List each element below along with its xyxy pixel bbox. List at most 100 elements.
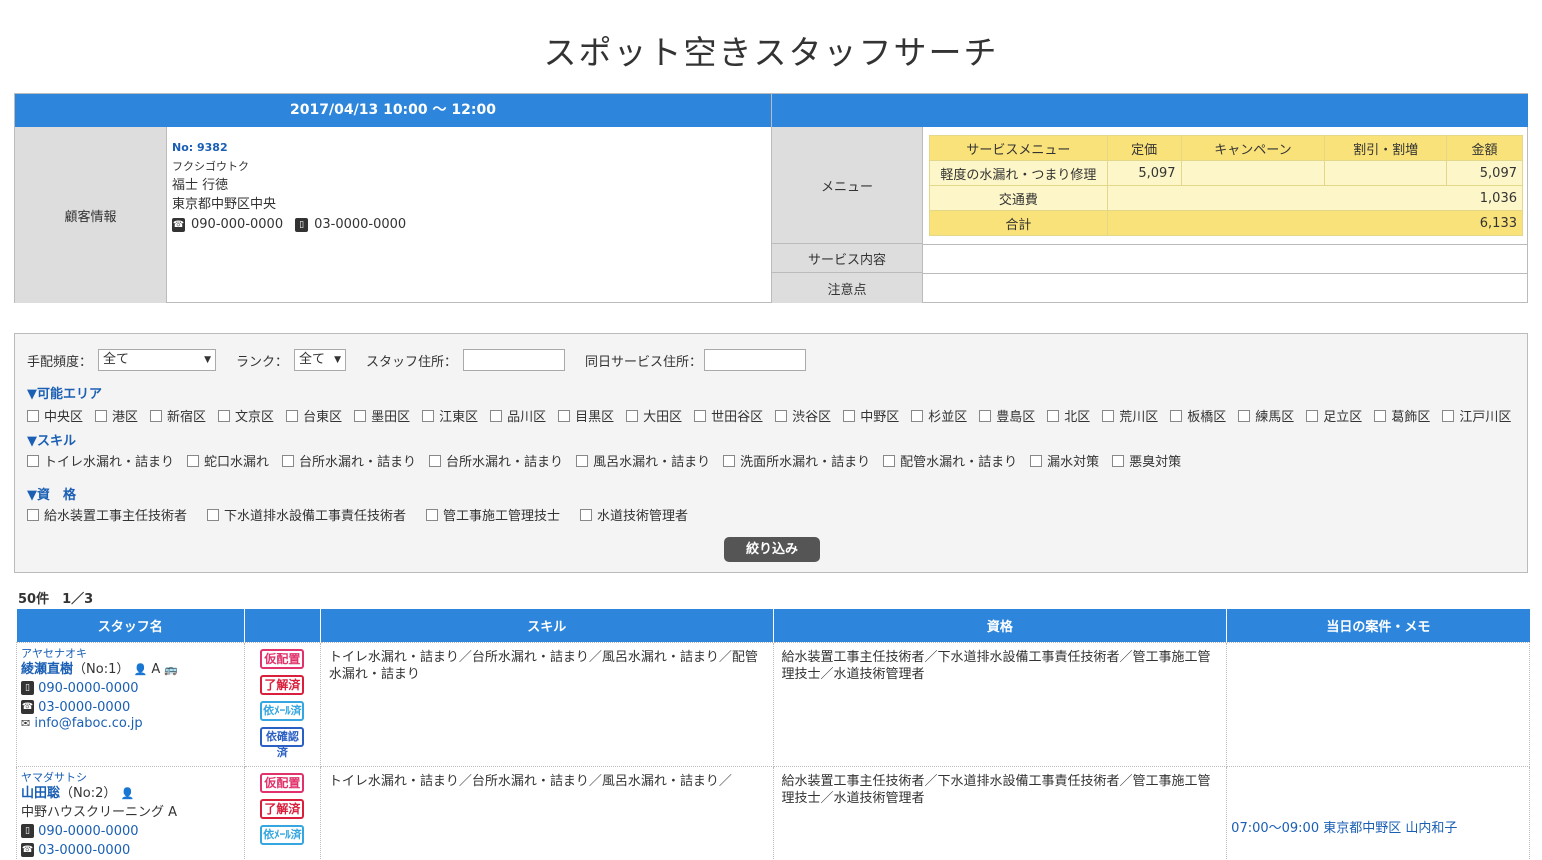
checkbox-icon[interactable]: [775, 409, 788, 422]
area-checkbox[interactable]: 足立区: [1306, 406, 1362, 425]
staff-mobile[interactable]: 090-0000-0000: [38, 824, 138, 839]
badge-temp-assign[interactable]: 仮配置: [260, 648, 305, 669]
qual-section-title[interactable]: ▼資 格: [27, 484, 76, 503]
area-checkbox[interactable]: 練馬区: [1238, 406, 1294, 425]
checkbox-icon[interactable]: [27, 508, 39, 521]
skill-checkbox[interactable]: 悪臭対策: [1112, 451, 1181, 470]
area-checkbox[interactable]: 北区: [1047, 406, 1090, 425]
checkbox-icon[interactable]: [282, 454, 295, 467]
staff-name[interactable]: 綾瀬直樹: [21, 662, 73, 677]
checkbox-icon[interactable]: [1170, 409, 1183, 422]
checkbox-icon[interactable]: [911, 409, 924, 422]
checkbox-icon[interactable]: [426, 508, 439, 521]
area-checkbox[interactable]: 大田区: [626, 406, 682, 425]
checkbox-icon[interactable]: [1047, 409, 1060, 422]
col-skill: スキル: [320, 609, 774, 642]
area-checkbox[interactable]: 中野区: [843, 406, 899, 425]
staff-memo[interactable]: 07:00〜09:00 東京都中野区 山内和子: [1226, 765, 1530, 860]
customer-no[interactable]: No: 9382: [172, 138, 406, 157]
badge-accepted[interactable]: 了解済: [260, 674, 305, 695]
checkbox-icon[interactable]: [626, 409, 639, 422]
skill-checkbox[interactable]: 風呂水漏れ・詰まり: [576, 451, 710, 470]
area-checkbox[interactable]: 板橋区: [1170, 406, 1226, 425]
checkbox-icon[interactable]: [843, 409, 856, 422]
area-checkbox[interactable]: 江戸川区: [1442, 406, 1511, 425]
area-checkbox[interactable]: 品川区: [490, 406, 546, 425]
checkbox-icon[interactable]: [1102, 409, 1115, 422]
checkbox-icon[interactable]: [1112, 454, 1125, 467]
checkbox-icon[interactable]: [1374, 409, 1387, 422]
checkbox-icon[interactable]: [576, 454, 589, 467]
area-checkbox[interactable]: 目黒区: [558, 406, 614, 425]
badge-temp-assign[interactable]: 仮配置: [260, 772, 305, 793]
notes-label: 注意点: [772, 273, 923, 303]
skill-checkbox[interactable]: 蛇口水漏れ: [187, 451, 269, 470]
checkbox-icon[interactable]: [580, 508, 593, 521]
checkbox-icon[interactable]: [218, 409, 231, 422]
skill-checkbox[interactable]: 配管水漏れ・詰まり: [883, 451, 1017, 470]
area-checkbox[interactable]: 世田谷区: [694, 406, 763, 425]
menu-item-price: 5,097: [1106, 160, 1182, 186]
checkbox-icon[interactable]: [422, 409, 435, 422]
staff-mobile[interactable]: 090-0000-0000: [38, 681, 138, 696]
area-checkbox[interactable]: 文京区: [218, 406, 274, 425]
skill-checkbox[interactable]: 洗面所水漏れ・詰まり: [723, 451, 870, 470]
checkbox-icon[interactable]: [150, 409, 163, 422]
qual-checkbox[interactable]: 給水装置工事主任技術者: [27, 505, 187, 524]
area-section-title[interactable]: ▼可能エリア: [27, 383, 102, 402]
skill-checkbox[interactable]: 台所水漏れ・詰まり: [429, 451, 563, 470]
area-checkbox[interactable]: 江東区: [422, 406, 478, 425]
staff-email[interactable]: info@faboc.co.jp: [34, 716, 142, 731]
badge-confirmed[interactable]: 依確認済: [260, 726, 305, 759]
filter-submit-button[interactable]: 絞り込み: [724, 537, 820, 562]
area-checkbox[interactable]: 新宿区: [150, 406, 206, 425]
checkbox-icon[interactable]: [286, 409, 299, 422]
staff-name[interactable]: 山田聡: [21, 786, 60, 801]
checkbox-icon[interactable]: [95, 409, 108, 422]
checkbox-icon[interactable]: [558, 409, 571, 422]
skill-checkbox[interactable]: 漏水対策: [1030, 451, 1099, 470]
area-checkbox[interactable]: 葛飾区: [1374, 406, 1430, 425]
checkbox-icon[interactable]: [979, 409, 992, 422]
checkbox-icon[interactable]: [354, 409, 367, 422]
checkbox-icon[interactable]: [27, 409, 39, 422]
area-checkbox[interactable]: 豊島区: [979, 406, 1035, 425]
checkbox-icon[interactable]: [1306, 409, 1319, 422]
area-checkbox[interactable]: 台東区: [286, 406, 342, 425]
area-checkbox[interactable]: 墨田区: [354, 406, 410, 425]
staff-phone[interactable]: 03-0000-0000: [38, 843, 130, 858]
rank-select[interactable]: 全て ▼: [294, 349, 347, 371]
qual-checkbox[interactable]: 管工事施工管理技士: [426, 505, 560, 524]
col-memo: 当日の案件・メモ: [1226, 609, 1530, 642]
checkbox-icon[interactable]: [1238, 409, 1251, 422]
qual-checkbox[interactable]: 下水道排水設備工事責任技術者: [207, 505, 406, 524]
badge-mail-sent[interactable]: 依ﾒｰﾙ済: [260, 824, 305, 845]
area-checkbox[interactable]: 中央区: [27, 406, 83, 425]
area-checkbox[interactable]: 杉並区: [911, 406, 967, 425]
badge-accepted[interactable]: 了解済: [260, 798, 305, 819]
area-label: 豊島区: [996, 410, 1036, 425]
skill-checkbox[interactable]: 台所水漏れ・詰まり: [282, 451, 416, 470]
checkbox-icon[interactable]: [1442, 409, 1455, 422]
area-checkbox[interactable]: 荒川区: [1102, 406, 1158, 425]
skill-checkbox[interactable]: トイレ水漏れ・詰まり: [27, 451, 174, 470]
checkbox-icon[interactable]: [1030, 454, 1043, 467]
qual-checkboxes: 給水装置工事主任技術者 下水道排水設備工事責任技術者 管工事施工管理技士 水道技術管理…: [27, 505, 708, 524]
badge-mail-sent[interactable]: 依ﾒｰﾙ済: [260, 700, 305, 721]
checkbox-icon[interactable]: [27, 454, 39, 467]
checkbox-icon[interactable]: [694, 409, 707, 422]
checkbox-icon[interactable]: [883, 454, 896, 467]
qual-checkbox[interactable]: 水道技術管理者: [580, 505, 688, 524]
checkbox-icon[interactable]: [187, 454, 200, 467]
checkbox-icon[interactable]: [207, 508, 220, 521]
area-checkbox[interactable]: 渋谷区: [775, 406, 831, 425]
staff-address-input[interactable]: [463, 349, 566, 371]
same-day-address-input[interactable]: [704, 349, 807, 371]
frequency-select[interactable]: 全て ▼: [98, 349, 217, 371]
checkbox-icon[interactable]: [490, 409, 503, 422]
area-checkbox[interactable]: 港区: [95, 406, 138, 425]
checkbox-icon[interactable]: [429, 454, 442, 467]
staff-phone[interactable]: 03-0000-0000: [38, 700, 130, 715]
skill-section-title[interactable]: ▼スキル: [27, 430, 76, 449]
checkbox-icon[interactable]: [723, 454, 736, 467]
